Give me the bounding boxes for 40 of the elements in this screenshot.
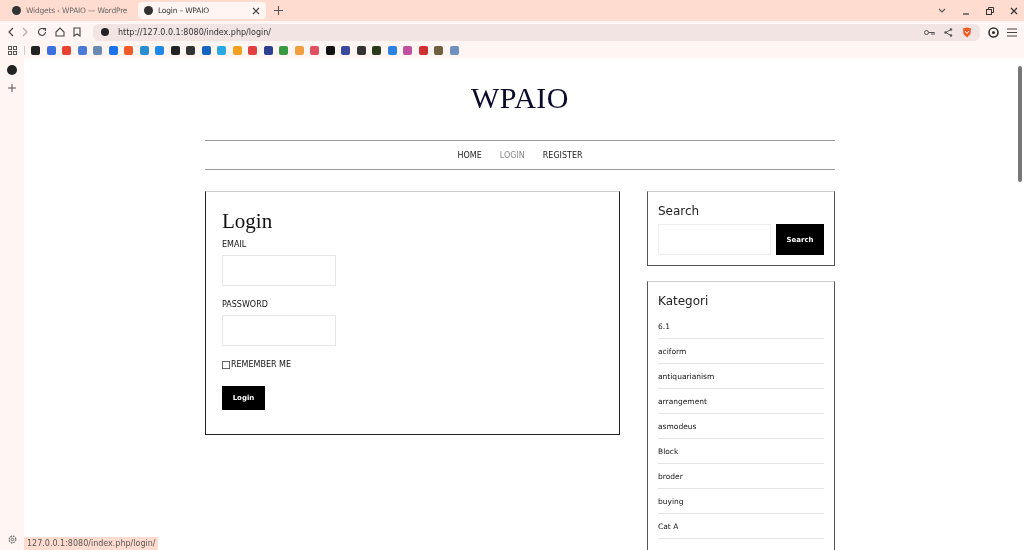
back-icon[interactable] — [7, 27, 14, 37]
chevron-down-icon[interactable] — [938, 7, 946, 14]
status-url: 127.0.0.1:8080/index.php/login/ — [24, 537, 159, 550]
close-icon[interactable] — [252, 6, 260, 15]
bookmark-icon[interactable] — [325, 46, 335, 55]
bookmark-icon[interactable] — [356, 46, 366, 55]
login-heading: Login — [222, 209, 274, 234]
field-label: PASSWORD — [222, 300, 269, 309]
nav-link[interactable]: REGISTER — [542, 150, 583, 160]
checkbox[interactable] — [222, 360, 230, 369]
checkbox-label: REMEMBER ME — [231, 360, 292, 369]
restore-icon[interactable] — [986, 6, 994, 15]
settings-icon[interactable] — [7, 535, 17, 544]
input-field[interactable] — [222, 315, 336, 346]
plus-icon[interactable] — [8, 84, 16, 92]
share-icon[interactable] — [944, 27, 953, 37]
new-tab-icon[interactable] — [274, 6, 283, 15]
bookmark-icon[interactable] — [263, 46, 273, 55]
input-field[interactable] — [222, 255, 336, 286]
scrollbar-thumb[interactable] — [1018, 66, 1022, 182]
nav-link[interactable]: LOGIN — [499, 150, 525, 160]
bookmark-icon[interactable] — [73, 27, 81, 37]
bookmark-icon[interactable] — [186, 46, 195, 55]
bookmark-icon[interactable] — [372, 46, 381, 55]
site-title[interactable]: WPAIO — [205, 58, 835, 127]
close-icon[interactable] — [1010, 6, 1018, 15]
nav-link[interactable]: HOME — [457, 150, 482, 160]
widget-title: Search — [658, 204, 701, 218]
widget-title: Kategori — [658, 294, 710, 308]
key-icon[interactable] — [924, 28, 935, 36]
field-label: EMAIL — [222, 240, 248, 249]
info-icon — [101, 28, 109, 36]
menu-icon[interactable] — [1007, 27, 1017, 37]
bookmark-icon[interactable] — [31, 46, 40, 55]
bookmark-icon[interactable] — [170, 46, 180, 55]
address-bar[interactable]: http://127.0.0.1:8080/index.php/login/ — [93, 23, 980, 41]
reload-icon[interactable] — [37, 27, 47, 37]
home-icon[interactable] — [55, 27, 65, 37]
shield-icon[interactable] — [962, 26, 972, 38]
apps-grid-icon[interactable] — [8, 46, 17, 55]
